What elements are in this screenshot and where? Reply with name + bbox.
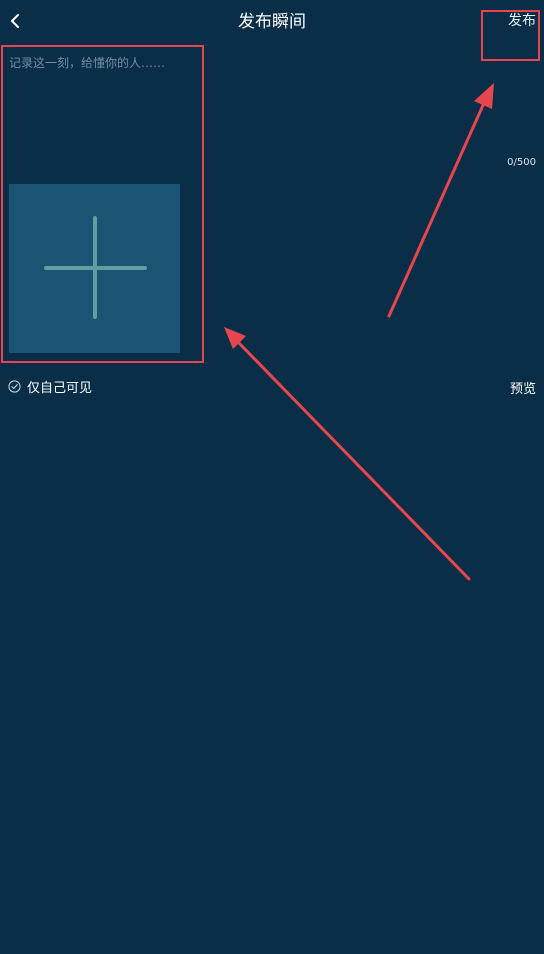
- moment-text-input[interactable]: [9, 54, 449, 154]
- plus-icon: [44, 216, 147, 319]
- preview-button[interactable]: 预览: [510, 378, 536, 397]
- arrow-to-editor: [224, 327, 471, 581]
- char-counter: 0/500: [507, 157, 536, 168]
- publish-moment-screen: 发布瞬间 发布 0/500 仅自己可见 预览: [0, 0, 544, 954]
- publish-button[interactable]: 发布: [508, 11, 536, 31]
- check-circle-icon: [8, 380, 21, 393]
- private-visibility-toggle[interactable]: 仅自己可见: [8, 377, 92, 396]
- add-image-button[interactable]: [9, 184, 180, 353]
- private-visibility-label: 仅自己可见: [27, 381, 93, 396]
- page-title: 发布瞬间: [238, 12, 306, 32]
